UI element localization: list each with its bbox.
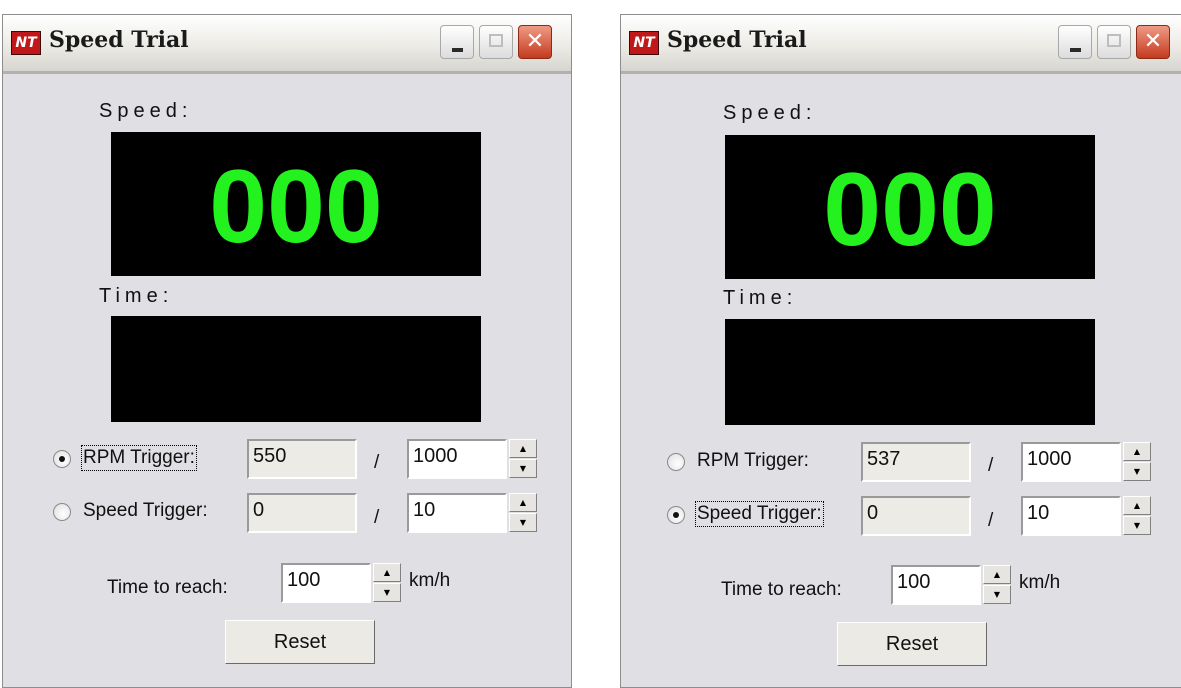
- time-to-reach-label: Time to reach:: [107, 577, 228, 598]
- reset-button[interactable]: Reset: [837, 622, 987, 666]
- speed-display: 000: [725, 135, 1095, 279]
- close-button[interactable]: [518, 25, 552, 59]
- speed-separator: /: [988, 510, 994, 531]
- time-display: [111, 316, 481, 422]
- rpm-target-spinner[interactable]: ▲ ▼: [1123, 442, 1151, 482]
- rpm-separator: /: [988, 455, 994, 476]
- spin-up-icon[interactable]: ▲: [373, 563, 401, 582]
- spin-down-icon[interactable]: ▼: [373, 583, 401, 602]
- minimize-button[interactable]: [1058, 25, 1092, 59]
- speed-trigger-label[interactable]: Speed Trigger:: [83, 500, 208, 522]
- speed-target-spinner[interactable]: ▲ ▼: [1123, 496, 1151, 536]
- spin-down-icon[interactable]: ▼: [1123, 462, 1151, 481]
- spin-down-icon[interactable]: ▼: [509, 459, 537, 478]
- speed-trigger-radio[interactable]: [667, 506, 685, 524]
- rpm-target-spinner[interactable]: ▲ ▼: [509, 439, 537, 479]
- speed-trial-window-right: NT Speed Trial Speed: 000 Time: RPM Trig…: [620, 14, 1181, 688]
- speed-trigger-label[interactable]: Speed Trigger:: [695, 501, 824, 527]
- time-label: Time:: [723, 287, 798, 309]
- rpm-trigger-label[interactable]: RPM Trigger:: [81, 445, 197, 471]
- spin-up-icon[interactable]: ▲: [1123, 442, 1151, 461]
- time-to-reach-spinner[interactable]: ▲ ▼: [373, 563, 401, 603]
- spin-up-icon[interactable]: ▲: [1123, 496, 1151, 515]
- speed-target-field[interactable]: 10: [407, 493, 507, 533]
- time-display: [725, 319, 1095, 425]
- speed-target-spinner[interactable]: ▲ ▼: [509, 493, 537, 533]
- maximize-button[interactable]: [479, 25, 513, 59]
- time-to-reach-field[interactable]: 100: [281, 563, 371, 603]
- spin-up-icon[interactable]: ▲: [509, 439, 537, 458]
- reset-button[interactable]: Reset: [225, 620, 375, 664]
- rpm-target-field[interactable]: 1000: [407, 439, 507, 479]
- unit-label: km/h: [1019, 572, 1061, 593]
- spin-up-icon[interactable]: ▲: [509, 493, 537, 512]
- rpm-current-field: 537: [861, 442, 971, 482]
- maximize-button[interactable]: [1097, 25, 1131, 59]
- rpm-target-field[interactable]: 1000: [1021, 442, 1121, 482]
- title-bar[interactable]: NT Speed Trial: [3, 15, 571, 74]
- rpm-trigger-radio[interactable]: [667, 453, 685, 471]
- speed-trial-window-left: NT Speed Trial Speed: 000 Time: RPM Trig…: [2, 14, 572, 688]
- speed-current-field: 0: [247, 493, 357, 533]
- spin-down-icon[interactable]: ▼: [983, 585, 1011, 604]
- speed-trigger-radio[interactable]: [53, 503, 71, 521]
- speed-target-field[interactable]: 10: [1021, 496, 1121, 536]
- speed-separator: /: [374, 507, 380, 528]
- rpm-separator: /: [374, 452, 380, 473]
- rpm-trigger-radio[interactable]: [53, 450, 71, 468]
- spin-down-icon[interactable]: ▼: [1123, 516, 1151, 535]
- window-title: Speed Trial: [49, 27, 189, 53]
- speed-label: Speed:: [99, 100, 193, 122]
- app-logo-icon: NT: [11, 31, 41, 55]
- time-to-reach-spinner[interactable]: ▲ ▼: [983, 565, 1011, 605]
- speed-current-field: 0: [861, 496, 971, 536]
- speed-label: Speed:: [723, 102, 817, 124]
- rpm-current-field: 550: [247, 439, 357, 479]
- time-to-reach-field[interactable]: 100: [891, 565, 981, 605]
- window-title: Speed Trial: [667, 27, 807, 53]
- minimize-button[interactable]: [440, 25, 474, 59]
- spin-down-icon[interactable]: ▼: [509, 513, 537, 532]
- speed-display: 000: [111, 132, 481, 276]
- unit-label: km/h: [409, 570, 451, 591]
- time-to-reach-label: Time to reach:: [721, 579, 842, 600]
- app-logo-icon: NT: [629, 31, 659, 55]
- time-label: Time:: [99, 285, 174, 307]
- close-button[interactable]: [1136, 25, 1170, 59]
- title-bar[interactable]: NT Speed Trial: [621, 15, 1181, 74]
- spin-up-icon[interactable]: ▲: [983, 565, 1011, 584]
- rpm-trigger-label[interactable]: RPM Trigger:: [697, 450, 809, 472]
